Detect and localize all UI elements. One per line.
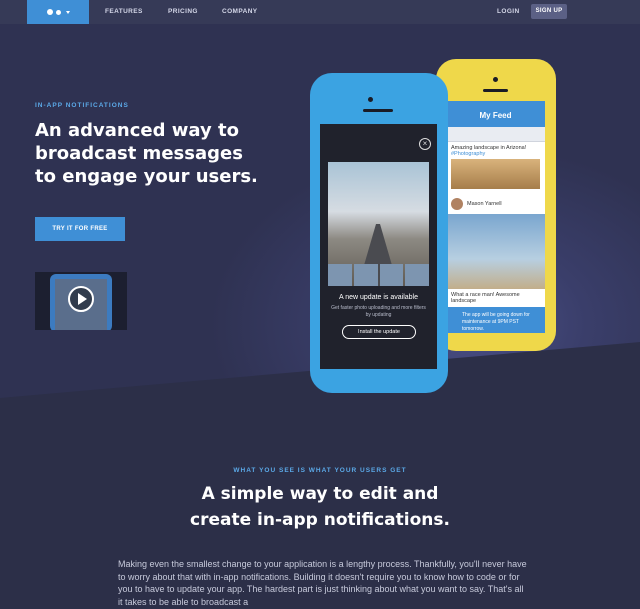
close-icon[interactable]: × (419, 138, 431, 150)
feed-user: Mason Yarnell (446, 194, 545, 214)
feed-title: My Feed (479, 111, 512, 120)
hero-eyebrow: IN-APP NOTIFICATIONS (35, 102, 129, 109)
logo-dot-small (55, 9, 61, 15)
camera (368, 97, 373, 102)
logo-menu-button[interactable] (27, 0, 89, 24)
notification-title: A new update is available (339, 294, 418, 301)
nav-features[interactable]: FEATURES (105, 0, 143, 24)
filter-thumbnails (328, 264, 429, 286)
speaker (483, 89, 508, 92)
hero-headline: An advanced way to broadcast messages to… (35, 119, 258, 188)
logo-dots-icon (46, 9, 53, 15)
yellow-phone-screen: My Feed Amazing landscape in Arizona! #P… (446, 101, 545, 333)
post-text: What a race man! Awesome landscape (451, 292, 520, 304)
user-name: Mason Yarnell (467, 201, 502, 207)
feed-post: Amazing landscape in Arizona! #Photograp… (446, 142, 545, 194)
post-tag: #Photography (451, 151, 486, 157)
avatar (451, 198, 463, 210)
nav-login[interactable]: LOGIN (497, 0, 520, 24)
filter-thumbnail (328, 264, 352, 286)
post-image (451, 159, 540, 189)
install-update-button[interactable]: Install the update (342, 325, 416, 339)
play-icon (78, 293, 87, 305)
maintenance-notice: The app will be going down for maintenan… (446, 307, 545, 333)
filter-thumbnail (379, 264, 404, 286)
feed-header: My Feed (446, 101, 545, 127)
chevron-down-icon (65, 10, 70, 14)
feed-tabs (446, 127, 545, 142)
section-title-line: A simple way to edit and (201, 484, 439, 504)
post-image (446, 214, 545, 289)
filter-thumbnail (405, 264, 429, 286)
nav-pricing[interactable]: PRICING (168, 0, 198, 24)
signup-button[interactable]: SIGN UP (531, 4, 567, 19)
blue-phone-screen: × A new update is available Get faster p… (320, 124, 437, 369)
headline-line: An advanced way to (35, 120, 239, 141)
speaker (363, 109, 393, 112)
top-nav: FEATURES PRICING COMPANY LOGIN SIGN UP (0, 0, 640, 24)
section-paragraph: Making even the smallest change to your … (118, 559, 527, 607)
nav-company[interactable]: COMPANY (222, 0, 258, 24)
try-free-button[interactable]: TRY IT FOR FREE (35, 217, 125, 241)
camera (493, 77, 498, 82)
notification-text: Get faster photo uploading and more filt… (331, 305, 426, 318)
section-eyebrow: WHAT YOU SEE IS WHAT YOUR USERS GET (233, 467, 407, 474)
headline-line: broadcast messages (35, 143, 243, 164)
section-title-line: create in-app notifications. (190, 510, 450, 530)
headline-line: to engage your users. (35, 166, 258, 187)
section-title: A simple way to edit and create in-app n… (0, 481, 640, 533)
video-thumbnail[interactable] (35, 272, 127, 330)
filter-thumbnail (353, 264, 378, 286)
